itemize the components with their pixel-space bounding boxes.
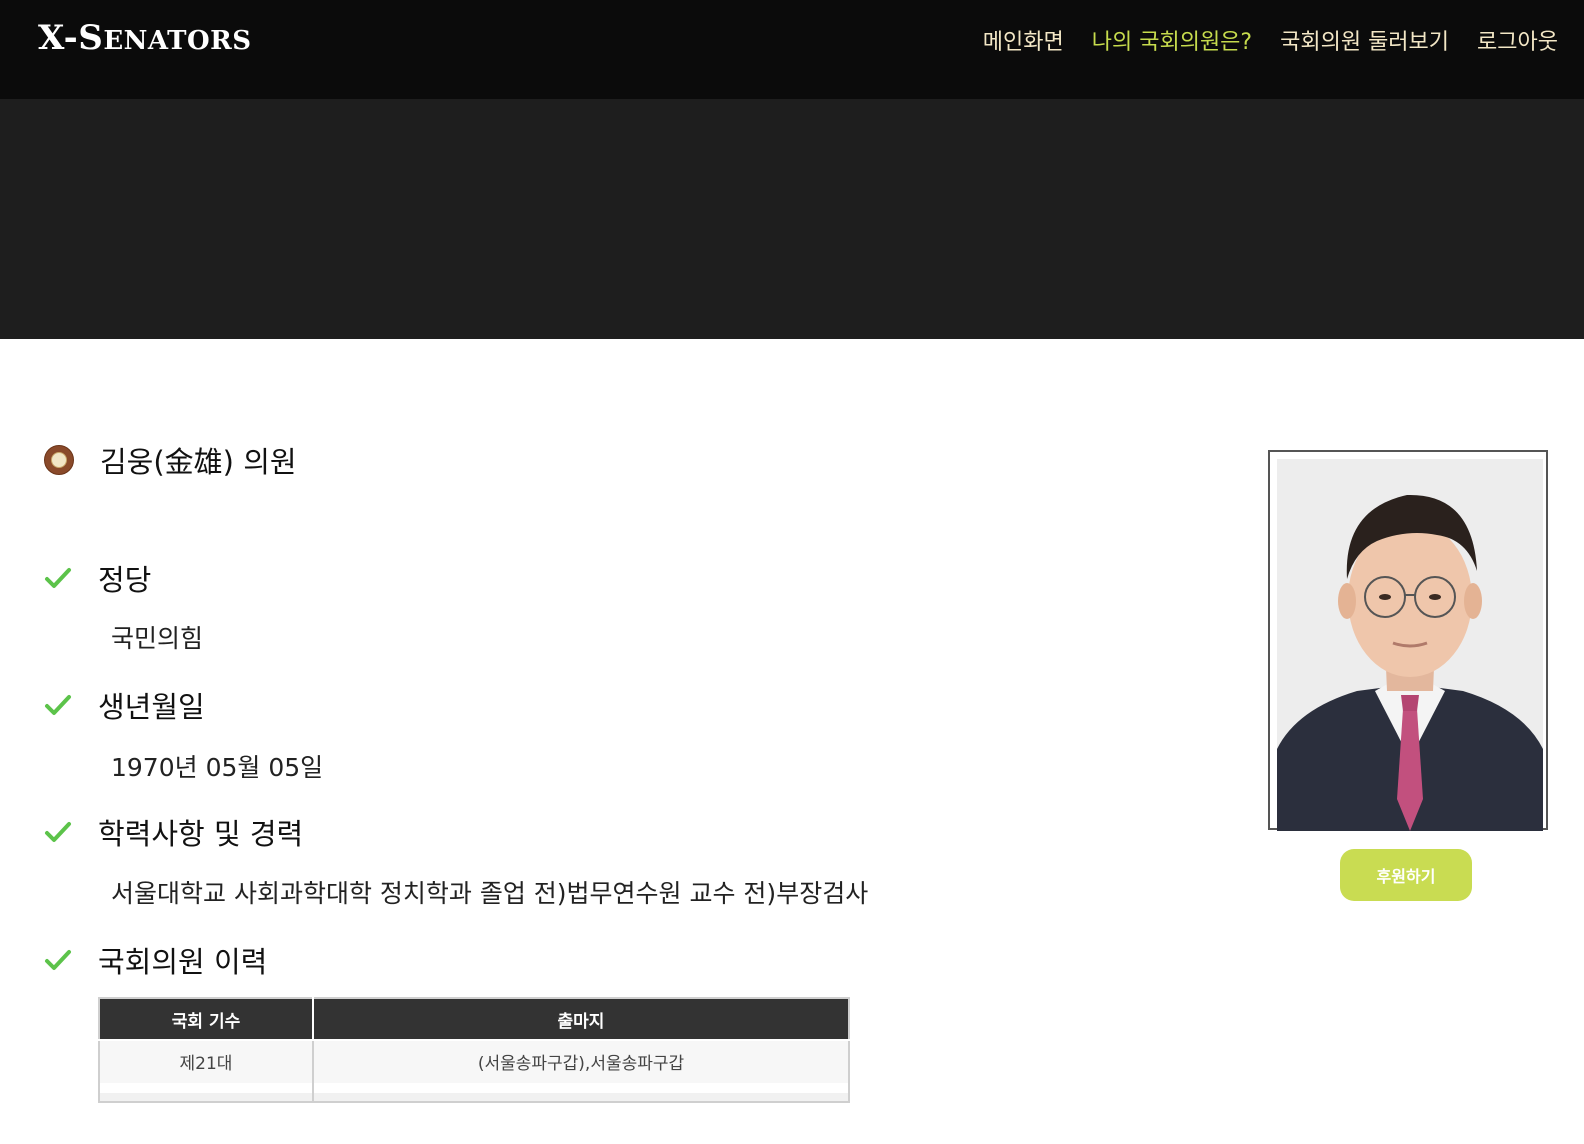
member-photo — [1268, 450, 1548, 831]
table-header-row: 국회 기수 출마지 — [99, 998, 849, 1041]
cell-term: 제21대 — [99, 1040, 314, 1102]
nav-item-logout[interactable]: 로그아웃 — [1477, 24, 1558, 56]
member-name-row: 김웅(金雄) 의원 — [44, 439, 297, 481]
section-party-label: 정당 — [98, 563, 152, 597]
national-assembly-emblem-icon — [44, 445, 74, 475]
check-icon — [45, 950, 71, 970]
check-icon — [45, 695, 71, 715]
brand-rest: ENATORS — [103, 26, 252, 56]
portrait-image — [1277, 459, 1543, 831]
brand-first: X-S — [38, 18, 104, 58]
section-birth-title: 생년월일 — [44, 684, 205, 726]
header-district: 출마지 — [312, 998, 849, 1041]
nav-item-home[interactable]: 메인화면 — [983, 24, 1064, 56]
history-table: 국회 기수 출마지 제21대 (서울송파구갑),서울송파구갑 — [98, 997, 850, 1103]
cell-district: (서울송파구갑),서울송파구갑 — [313, 1040, 849, 1102]
section-career-title: 학력사항 및 경력 — [44, 811, 303, 853]
birth-value: 1970년 05월 05일 — [111, 753, 324, 782]
member-name: 김웅(金雄) 의원 — [100, 445, 297, 479]
nav-item-my-senator[interactable]: 나의 국회의원은? — [1092, 24, 1252, 56]
nav-item-browse-senators[interactable]: 국회의원 둘러보기 — [1280, 24, 1449, 56]
section-history-label: 국회의원 이력 — [98, 945, 268, 979]
sponsor-button[interactable]: 후원하기 — [1340, 849, 1472, 901]
section-career-label: 학력사항 및 경력 — [98, 817, 304, 851]
brand-logo[interactable]: X-SENATORS — [38, 18, 252, 58]
table-row: 제21대 (서울송파구갑),서울송파구갑 — [99, 1040, 849, 1102]
career-value: 서울대학교 사회과학대학 정치학과 졸업 전)법무연수원 교수 전)부장검사 — [111, 879, 869, 908]
section-party-title: 정당 — [44, 557, 151, 599]
hero-banner — [0, 99, 1584, 339]
section-birth-label: 생년월일 — [98, 690, 205, 724]
check-icon — [45, 822, 71, 842]
check-icon — [45, 568, 71, 588]
header-term: 국회 기수 — [99, 998, 314, 1041]
main-nav: 메인화면 나의 국회의원은? 국회의원 둘러보기 로그아웃 — [983, 24, 1558, 56]
member-detail: 김웅(金雄) 의원 정당 국민의힘 생년월일 1970년 05월 05일 학력사… — [0, 339, 1584, 1144]
party-value: 국민의힘 — [111, 624, 204, 653]
top-navbar: X-SENATORS 메인화면 나의 국회의원은? 국회의원 둘러보기 로그아웃 — [0, 0, 1584, 99]
section-history-title: 국회의원 이력 — [44, 939, 267, 981]
